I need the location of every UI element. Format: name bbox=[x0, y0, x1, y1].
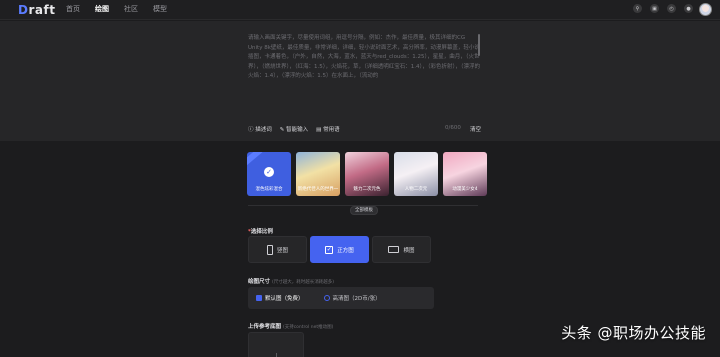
check-icon: ✓ bbox=[264, 167, 274, 177]
radio-icon bbox=[323, 295, 330, 301]
style-card-label: 动漫美少女4 bbox=[452, 187, 478, 192]
clear-button[interactable]: 清空 bbox=[470, 125, 481, 133]
size-selector: 默认图（免费） 高清图（2D币/张） bbox=[248, 287, 434, 309]
describe-words-button[interactable]: ⓘ 描述词 bbox=[248, 125, 272, 133]
user-avatar[interactable] bbox=[699, 3, 712, 16]
style-card[interactable]: 人物二次元 bbox=[394, 152, 438, 196]
history-icon[interactable]: ◴ bbox=[667, 4, 676, 13]
ratio-portrait-button[interactable]: 竖图 bbox=[248, 236, 307, 263]
char-counter: 0/600 bbox=[445, 125, 461, 131]
smart-input-button[interactable]: ✎ 智能输入 bbox=[280, 125, 308, 133]
style-card-label: 新绝代佳人的世界一 bbox=[297, 187, 339, 192]
upload-icon bbox=[276, 353, 277, 357]
top-navbar: Draft 首页 绘图 社区 模型 ⚲ ▣ ◴ ● bbox=[0, 0, 720, 20]
nav-item-draw[interactable]: 绘图 bbox=[95, 4, 109, 14]
app-logo[interactable]: Draft bbox=[18, 3, 55, 17]
ratio-selector: 竖图 ✓ 正方图 横图 bbox=[248, 236, 431, 263]
prompt-toolbar: ⓘ 描述词 ✎ 智能输入 ▤ 常用语 bbox=[248, 125, 340, 133]
style-card[interactable]: 新绝代佳人的世界一 bbox=[296, 152, 340, 196]
style-carousel: ✓ 混色炫彩混合 新绝代佳人的世界一 魅力二次元色 人物二次元 动漫美少女4 bbox=[247, 152, 487, 196]
style-badge bbox=[247, 152, 263, 167]
common-phrases-button[interactable]: ▤ 常用语 bbox=[316, 125, 339, 133]
upload-label: 上传参考底图 (支持control net推动图) bbox=[248, 324, 334, 330]
size-hd-option[interactable]: 高清图（2D币/张） bbox=[323, 294, 381, 302]
checkbox-icon bbox=[256, 295, 262, 301]
portrait-icon bbox=[266, 244, 273, 255]
landscape-icon bbox=[388, 246, 400, 253]
ratio-landscape-button[interactable]: 横图 bbox=[372, 236, 431, 263]
size-label: 绘图尺寸 (尺寸越大，耗时越长消耗越多) bbox=[248, 279, 334, 285]
style-card-label: 人物二次元 bbox=[404, 187, 428, 192]
all-templates-button[interactable]: 全部模板 bbox=[350, 206, 378, 215]
square-check-icon: ✓ bbox=[325, 245, 334, 254]
nav-item-community[interactable]: 社区 bbox=[124, 4, 138, 14]
search-icon[interactable]: ⚲ bbox=[633, 4, 642, 13]
style-card-selected[interactable]: ✓ 混色炫彩混合 bbox=[247, 152, 291, 196]
chat-icon[interactable]: ▣ bbox=[650, 4, 659, 13]
ratio-square-button[interactable]: ✓ 正方图 bbox=[310, 236, 369, 263]
prompt-textarea[interactable]: 请输入画面关键字，尽量使用词组，用逗号分隔，例如：杰作，最佳质量，极其详细的CG… bbox=[248, 34, 480, 82]
prompt-panel: 请输入画面关键字，尽量使用词组，用逗号分隔，例如：杰作，最佳质量，极其详细的CG… bbox=[0, 21, 720, 141]
nav-item-home[interactable]: 首页 bbox=[66, 4, 80, 14]
style-card[interactable]: 动漫美少女4 bbox=[443, 152, 487, 196]
upload-dropzone[interactable] bbox=[248, 332, 304, 357]
prompt-scrollbar[interactable] bbox=[478, 34, 480, 56]
style-card-label: 混色炫彩混合 bbox=[255, 187, 283, 192]
watermark: 头条 @职场办公技能 bbox=[561, 324, 706, 342]
ratio-label: *选择比例 bbox=[248, 229, 273, 235]
bell-icon[interactable]: ● bbox=[684, 4, 693, 13]
top-icon-group: ⚲ ▣ ◴ ● bbox=[633, 4, 693, 13]
main-nav: 首页 绘图 社区 模型 bbox=[66, 4, 167, 14]
style-card-label: 魅力二次元色 bbox=[353, 187, 381, 192]
nav-item-models[interactable]: 模型 bbox=[153, 4, 167, 14]
size-default-option[interactable]: 默认图（免费） bbox=[256, 294, 304, 302]
style-card[interactable]: 魅力二次元色 bbox=[345, 152, 389, 196]
